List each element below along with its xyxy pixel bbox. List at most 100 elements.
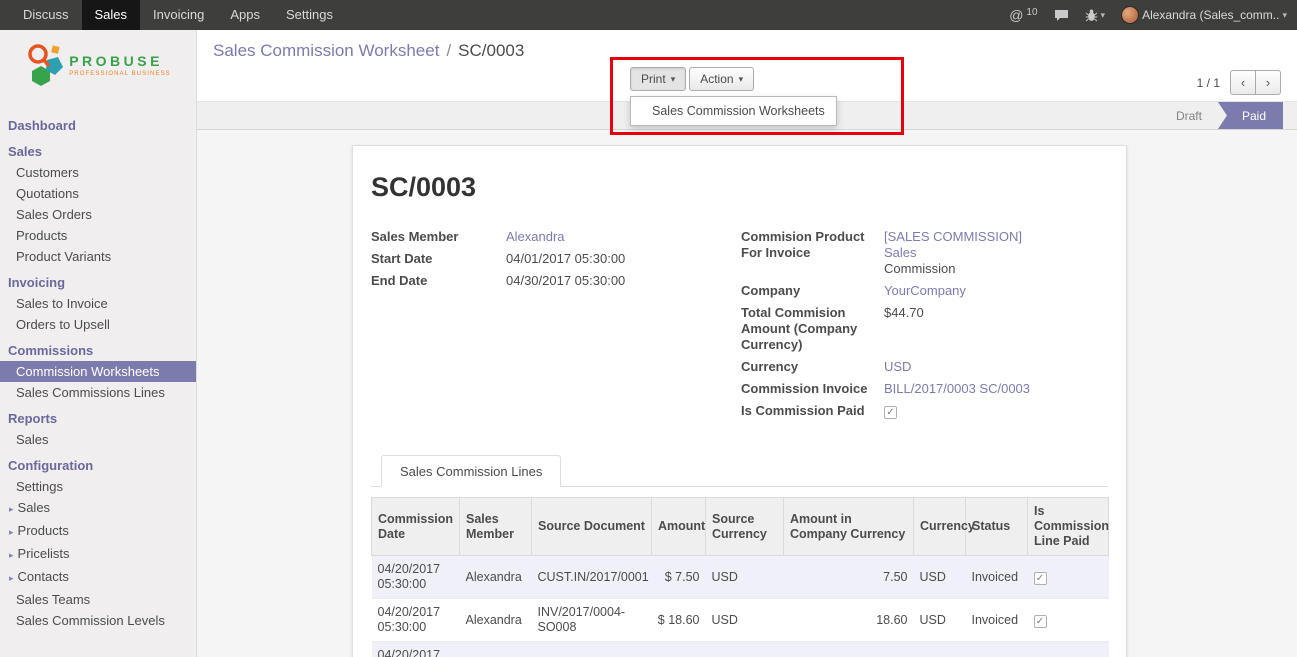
at-icon: @ bbox=[1009, 7, 1023, 23]
mention-count: 10 bbox=[1026, 7, 1037, 18]
total-commission-value: $44.70 bbox=[884, 305, 1052, 321]
table-row[interactable]: 04/20/2017 05:30:00 Alexandra INV/2017/0… bbox=[372, 599, 1109, 642]
sidebar-item-pricelists[interactable]: ▸Pricelists bbox=[0, 543, 196, 566]
stage-draft[interactable]: Draft bbox=[1160, 102, 1218, 129]
sidebar-item-label: Sales bbox=[18, 500, 51, 515]
cell-amount-company: 18.60 bbox=[784, 642, 914, 657]
sidebar-item-sales-commissions-lines[interactable]: Sales Commissions Lines bbox=[0, 382, 196, 403]
mentions-button[interactable]: @ 10 bbox=[1009, 7, 1037, 23]
topbar-menu-settings[interactable]: Settings bbox=[273, 0, 346, 30]
field-commission-product: Commision Product For Invoice [SALES COM… bbox=[741, 229, 1108, 277]
sidebar-item-dashboard[interactable]: Dashboard bbox=[0, 115, 196, 136]
check-icon: ✓ bbox=[1035, 573, 1046, 585]
sidebar-item-sales-to-invoice[interactable]: Sales to Invoice bbox=[0, 293, 196, 314]
breadcrumb: Sales Commission Worksheet/SC/0003 bbox=[213, 41, 524, 61]
sidebar-item-settings[interactable]: Settings bbox=[0, 476, 196, 497]
print-button-label: Print bbox=[641, 72, 666, 86]
action-button[interactable]: Action ▾ bbox=[689, 67, 754, 91]
breadcrumb-current: SC/0003 bbox=[458, 41, 524, 60]
is-paid-value: ✓ bbox=[884, 403, 1052, 419]
caret-down-icon: ▾ bbox=[1282, 10, 1287, 21]
header-currency[interactable]: Currency bbox=[914, 498, 966, 556]
logo-title: PROBUSE bbox=[69, 53, 171, 69]
breadcrumb-parent-link[interactable]: Sales Commission Worksheet bbox=[213, 41, 439, 60]
sidebar-item-config-sales[interactable]: ▸Sales bbox=[0, 497, 196, 520]
sidebar-heading-reports[interactable]: Reports bbox=[0, 408, 196, 429]
field-company: Company YourCompany bbox=[741, 283, 1108, 299]
sidebar-item-config-products[interactable]: ▸Products bbox=[0, 520, 196, 543]
cell-amount-company: 7.50 bbox=[784, 556, 914, 599]
print-button[interactable]: Print ▾ bbox=[630, 67, 686, 91]
sidebar-heading-configuration[interactable]: Configuration bbox=[0, 455, 196, 476]
sidebar-item-sales-commission-levels[interactable]: Sales Commission Levels bbox=[0, 610, 196, 631]
stage-paid[interactable]: Paid bbox=[1218, 102, 1283, 129]
dropdown-item-sales-commission-worksheets[interactable]: Sales Commission Worksheets bbox=[631, 100, 836, 122]
cell-line-paid: ✓ bbox=[1028, 556, 1109, 599]
sidebar-item-reports-sales[interactable]: Sales bbox=[0, 429, 196, 450]
header-commission-date[interactable]: Commission Date bbox=[372, 498, 460, 556]
line-paid-checkbox[interactable]: ✓ bbox=[1034, 572, 1047, 585]
top-navbar: Discuss Sales Invoicing Apps Settings @ … bbox=[0, 0, 1297, 30]
form-sheet: SC/0003 Sales Member Alexandra Start Dat… bbox=[352, 145, 1127, 657]
sidebar-heading-invoicing[interactable]: Invoicing bbox=[0, 272, 196, 293]
tab-sales-commission-lines[interactable]: Sales Commission Lines bbox=[381, 455, 561, 487]
sidebar-item-sales-teams[interactable]: Sales Teams bbox=[0, 589, 196, 610]
messages-button[interactable] bbox=[1054, 9, 1069, 22]
company-link[interactable]: YourCompany bbox=[884, 283, 1052, 299]
header-line-paid[interactable]: Is Commission Line Paid bbox=[1028, 498, 1109, 556]
debug-menu-button[interactable]: ▾ bbox=[1085, 9, 1106, 22]
header-sales-member[interactable]: Sales Member bbox=[460, 498, 532, 556]
sidebar-heading-sales[interactable]: Sales bbox=[0, 141, 196, 162]
cell-source-currency: USD bbox=[706, 556, 784, 599]
logo-icon bbox=[25, 42, 63, 88]
cell-amount-company: 18.60 bbox=[784, 599, 914, 642]
commission-invoice-link[interactable]: BILL/2017/0003 SC/0003 bbox=[884, 381, 1052, 397]
logo-subtitle: PROFESSIONAL BUSINESS bbox=[69, 71, 171, 77]
cell-source-currency: USD bbox=[706, 599, 784, 642]
user-menu[interactable]: Alexandra (Sales_comm.. ▾ bbox=[1121, 6, 1287, 24]
end-date-value: 04/30/2017 05:30:00 bbox=[506, 273, 741, 289]
record-title: SC/0003 bbox=[371, 172, 1108, 203]
sales-member-link[interactable]: Alexandra bbox=[506, 229, 741, 245]
sidebar-heading-commissions[interactable]: Commissions bbox=[0, 340, 196, 361]
caret-down-icon: ▾ bbox=[671, 74, 676, 85]
sidebar-item-customers[interactable]: Customers bbox=[0, 162, 196, 183]
field-label: Total Commision Amount (Company Currency… bbox=[741, 305, 884, 353]
field-groups: Sales Member Alexandra Start Date 04/01/… bbox=[371, 229, 1108, 425]
pager-next-button[interactable]: › bbox=[1255, 70, 1281, 95]
header-amount-company-currency[interactable]: Amount in Company Currency bbox=[784, 498, 914, 556]
table-row[interactable]: 04/20/2017 05:30:00 Alexandra CUST.IN/20… bbox=[372, 556, 1109, 599]
field-is-commission-paid: Is Commission Paid ✓ bbox=[741, 403, 1108, 419]
is-commission-paid-checkbox[interactable]: ✓ bbox=[884, 406, 897, 419]
topbar-menu-invoicing[interactable]: Invoicing bbox=[140, 0, 217, 30]
field-label: Is Commission Paid bbox=[741, 403, 884, 419]
pager-previous-button[interactable]: ‹ bbox=[1230, 70, 1256, 95]
commission-product-link[interactable]: [SALES COMMISSION] Sales bbox=[884, 229, 1022, 260]
sidebar-item-contacts[interactable]: ▸Contacts bbox=[0, 566, 196, 589]
line-paid-checkbox[interactable]: ✓ bbox=[1034, 615, 1047, 628]
sidebar-item-sales-orders[interactable]: Sales Orders bbox=[0, 204, 196, 225]
topbar-menu-apps[interactable]: Apps bbox=[217, 0, 273, 30]
header-source-document[interactable]: Source Document bbox=[532, 498, 652, 556]
sidebar-item-products[interactable]: Products bbox=[0, 225, 196, 246]
header-amount[interactable]: Amount bbox=[652, 498, 706, 556]
header-status[interactable]: Status bbox=[966, 498, 1028, 556]
avatar bbox=[1121, 6, 1139, 24]
check-icon: ✓ bbox=[1035, 616, 1046, 628]
table-row[interactable]: 04/20/2017 10:35:53 Alexandra SO008 $ 18… bbox=[372, 642, 1109, 657]
currency-link[interactable]: USD bbox=[884, 359, 1052, 375]
company-logo[interactable]: PROBUSE PROFESSIONAL BUSINESS bbox=[0, 30, 196, 90]
sidebar-item-quotations[interactable]: Quotations bbox=[0, 183, 196, 204]
cell-commission-date: 04/20/2017 05:30:00 bbox=[372, 556, 460, 599]
sidebar-item-label: Pricelists bbox=[18, 546, 70, 561]
sidebar-item-orders-to-upsell[interactable]: Orders to Upsell bbox=[0, 314, 196, 335]
cell-source-document: CUST.IN/2017/0001 bbox=[532, 556, 652, 599]
topbar-menu-sales[interactable]: Sales bbox=[82, 0, 141, 30]
header-source-currency[interactable]: Source Currency bbox=[706, 498, 784, 556]
topbar-menu-discuss[interactable]: Discuss bbox=[10, 0, 82, 30]
field-group-right: Commision Product For Invoice [SALES COM… bbox=[741, 229, 1108, 425]
sidebar-item-product-variants[interactable]: Product Variants bbox=[0, 246, 196, 267]
sidebar-item-commission-worksheets[interactable]: Commission Worksheets bbox=[0, 361, 196, 382]
cell-currency: USD bbox=[914, 642, 966, 657]
field-label: Commision Product For Invoice bbox=[741, 229, 884, 261]
